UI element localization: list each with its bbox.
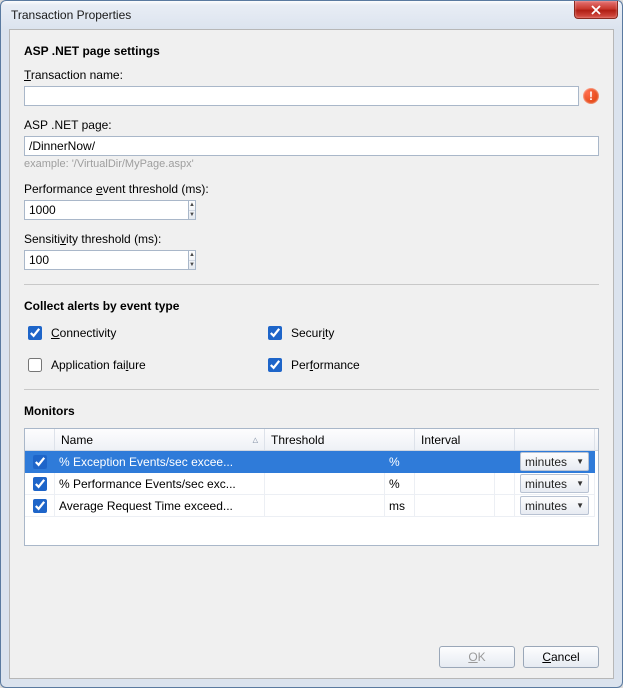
row-interval[interactable]: ▲▼ (415, 451, 495, 473)
col-interval-unit[interactable] (515, 429, 595, 450)
spin-buttons[interactable]: ▲▼ (189, 200, 196, 220)
col-check[interactable] (25, 429, 55, 450)
section-monitors-heading: Monitors (24, 404, 599, 418)
titlebar: Transaction Properties (1, 1, 622, 29)
window-title: Transaction Properties (11, 8, 131, 22)
dialog-window: Transaction Properties ASP .NET page set… (0, 0, 623, 688)
sort-asc-icon: △ (253, 436, 258, 444)
connectivity-checkbox-input[interactable] (28, 326, 42, 340)
app-failure-checkbox[interactable]: Application failure (24, 355, 264, 375)
performance-checkbox[interactable]: Performance (264, 355, 599, 375)
row-interval[interactable]: ▲▼ (415, 473, 495, 495)
interval-unit-select[interactable]: minutes▼ (520, 474, 589, 493)
divider (24, 284, 599, 285)
row-name: % Exception Events/sec excee... (55, 451, 265, 473)
row-threshold[interactable]: ▲▼ (265, 451, 385, 473)
interval-unit-select[interactable]: minutes▼ (520, 496, 589, 515)
row-checkbox[interactable] (33, 477, 47, 491)
transaction-name-label: Transaction name: (24, 68, 599, 82)
row-interval[interactable]: ▲▼ (415, 495, 495, 517)
monitors-table: Name△ Threshold Interval % Exception Eve… (24, 428, 599, 546)
spacer (495, 451, 515, 473)
cancel-button[interactable]: Cancel (523, 646, 599, 668)
threshold-input[interactable] (265, 499, 385, 513)
row-name: Average Request Time exceed... (55, 495, 265, 517)
spin-down-icon[interactable]: ▼ (189, 211, 195, 220)
chevron-down-icon: ▼ (576, 479, 584, 488)
asp-page-input[interactable] (24, 136, 599, 156)
asp-page-hint: example: '/VirtualDir/MyPage.aspx' (24, 158, 599, 170)
sens-threshold-spinner[interactable]: ▲▼ (24, 250, 194, 270)
col-threshold[interactable]: Threshold (265, 429, 415, 450)
row-checkbox[interactable] (33, 499, 47, 513)
row-name: % Performance Events/sec exc... (55, 473, 265, 495)
interval-input[interactable] (415, 499, 495, 513)
row-check-cell[interactable] (25, 451, 55, 473)
row-check-cell[interactable] (25, 473, 55, 495)
row-threshold-unit: % (385, 473, 415, 495)
col-name[interactable]: Name△ (55, 429, 265, 450)
security-checkbox-input[interactable] (268, 326, 282, 340)
sens-threshold-input[interactable] (24, 250, 189, 270)
row-interval-unit-cell[interactable]: minutes▼ (515, 495, 595, 517)
threshold-input[interactable] (265, 455, 385, 469)
app-failure-checkbox-input[interactable] (28, 358, 42, 372)
transaction-name-input[interactable] (24, 86, 579, 106)
threshold-input[interactable] (265, 477, 385, 491)
table-row[interactable]: % Performance Events/sec exc...▲▼%▲▼minu… (25, 473, 598, 495)
spacer (495, 495, 515, 517)
security-checkbox[interactable]: Security (264, 323, 599, 343)
row-threshold-unit: ms (385, 495, 415, 517)
spin-up-icon[interactable]: ▲ (189, 201, 195, 211)
row-checkbox[interactable] (33, 455, 47, 469)
asp-page-label: ASP .NET page: (24, 118, 599, 132)
perf-threshold-spinner[interactable]: ▲▼ (24, 200, 194, 220)
section-alerts-heading: Collect alerts by event type (24, 299, 599, 313)
performance-checkbox-input[interactable] (268, 358, 282, 372)
dialog-buttons: OK Cancel (24, 636, 599, 668)
interval-input[interactable] (415, 477, 495, 491)
row-threshold[interactable]: ▲▼ (265, 473, 385, 495)
spin-down-icon[interactable]: ▼ (189, 261, 195, 270)
spin-buttons[interactable]: ▲▼ (189, 250, 196, 270)
row-check-cell[interactable] (25, 495, 55, 517)
interval-input[interactable] (415, 455, 495, 469)
interval-unit-select[interactable]: minutes▼ (520, 452, 589, 471)
monitors-body: % Exception Events/sec excee...▲▼%▲▼minu… (25, 451, 598, 517)
section-settings-heading: ASP .NET page settings (24, 44, 599, 58)
row-interval-unit-cell[interactable]: minutes▼ (515, 473, 595, 495)
divider (24, 389, 599, 390)
spin-up-icon[interactable]: ▲ (189, 251, 195, 261)
table-row[interactable]: % Exception Events/sec excee...▲▼%▲▼minu… (25, 451, 598, 473)
chevron-down-icon: ▼ (576, 457, 584, 466)
connectivity-checkbox[interactable]: Connectivity (24, 323, 264, 343)
ok-button[interactable]: OK (439, 646, 515, 668)
close-button[interactable] (574, 1, 618, 19)
alert-checkbox-grid: Connectivity Security Application failur… (24, 323, 599, 375)
monitors-header: Name△ Threshold Interval (25, 429, 598, 451)
row-threshold-unit: % (385, 451, 415, 473)
perf-threshold-label: Performance event threshold (ms): (24, 182, 599, 196)
spacer (495, 473, 515, 495)
row-interval-unit-cell[interactable]: minutes▼ (515, 451, 595, 473)
row-threshold[interactable]: ▲▼ (265, 495, 385, 517)
close-icon (591, 5, 601, 15)
client-area: ASP .NET page settings Transaction name:… (9, 29, 614, 679)
chevron-down-icon: ▼ (576, 501, 584, 510)
perf-threshold-input[interactable] (24, 200, 189, 220)
sens-threshold-label: Sensitivity threshold (ms): (24, 232, 599, 246)
col-interval[interactable]: Interval (415, 429, 515, 450)
error-icon: ! (583, 88, 599, 104)
table-row[interactable]: Average Request Time exceed...▲▼ms▲▼minu… (25, 495, 598, 517)
